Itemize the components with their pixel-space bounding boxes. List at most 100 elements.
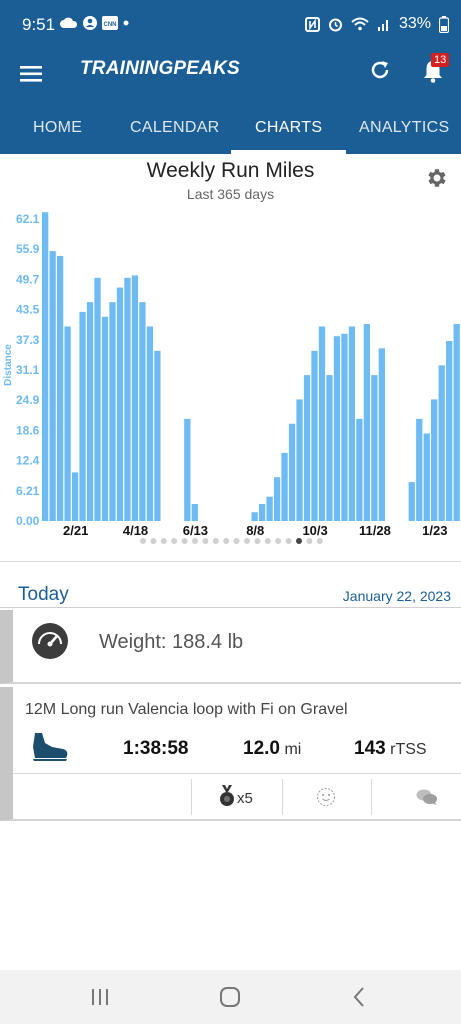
page-dot[interactable]: [150, 538, 157, 544]
chart-bar: [288, 423, 296, 521]
home-icon[interactable]: [218, 985, 242, 1009]
weight-card[interactable]: Weight: 188.4 lb: [0, 610, 461, 684]
page-dot[interactable]: [202, 538, 209, 544]
scale-icon: [32, 623, 68, 659]
chart-bar: [191, 503, 198, 521]
back-icon[interactable]: [348, 985, 372, 1009]
y-tick-label: 62.1: [16, 212, 40, 226]
chart-bar: [266, 496, 273, 521]
y-tick-label: 12.4: [16, 454, 40, 468]
action-separator: [191, 779, 192, 815]
chart-bar: [258, 503, 266, 521]
status-left-icons: CNN: [60, 16, 129, 30]
chart-bar: [356, 418, 363, 521]
page-dot[interactable]: [275, 538, 282, 544]
chart-bar: [326, 375, 333, 521]
y-tick-label: 18.6: [16, 423, 40, 437]
status-time: 9:51: [22, 15, 56, 34]
workout-divider: [13, 773, 461, 774]
account-icon: [83, 16, 97, 30]
tab-bar: HOME CALENDAR CHARTS ANALYTICS: [0, 103, 461, 154]
chart-bar: [453, 324, 460, 521]
chart-bar: [408, 482, 415, 521]
chart-bar: [79, 311, 86, 521]
page-dot[interactable]: [181, 538, 188, 544]
chart-bar: [116, 287, 124, 521]
page-dot[interactable]: [296, 538, 302, 544]
section-divider: [0, 607, 461, 608]
chart-bar: [184, 418, 191, 521]
chart-bar: [378, 348, 385, 521]
svg-text:CNN: CNN: [104, 22, 117, 28]
chart-bar: [251, 512, 258, 521]
nfc-icon: [304, 16, 320, 32]
distance-value: 12.0: [243, 738, 280, 759]
weekly-miles-chart: 0.00 6.21 12.4 18.6 24.9 31.1 37.3 43.5 49.7 55.9…: [3, 212, 460, 544]
tab-calendar[interactable]: CALENDAR: [130, 119, 220, 137]
chart-bar: [139, 302, 146, 521]
chart-bar: [101, 316, 109, 521]
chart-bar: [94, 277, 101, 521]
y-tick-label: 43.5: [16, 303, 40, 317]
chart-bar: [431, 399, 438, 521]
tss-unit: rTSS: [390, 741, 427, 758]
x-tick-label: 1/23: [422, 523, 447, 538]
chart-bar: [438, 365, 445, 521]
chart-bar: [109, 302, 116, 521]
medal-count: x5: [237, 790, 253, 807]
page-dot[interactable]: [316, 538, 323, 544]
chart-bar: [64, 326, 71, 521]
comment-icon[interactable]: [416, 788, 438, 806]
page-dot[interactable]: [306, 538, 313, 544]
chart-bar: [341, 333, 348, 521]
smiley-icon[interactable]: [316, 787, 336, 807]
status-right: 33%: [304, 15, 449, 33]
y-tick-label: 49.7: [16, 272, 40, 286]
app-header: TRAININGPEAKS: [0, 50, 461, 103]
page-dot[interactable]: [285, 538, 292, 544]
y-tick-label: 55.9: [16, 242, 40, 256]
distance-unit: mi: [284, 741, 302, 758]
page-dot[interactable]: [223, 538, 230, 544]
notification-badge: 13: [431, 53, 450, 67]
y-axis-label: Distance: [3, 344, 14, 386]
chart-bar: [311, 350, 318, 521]
tab-analytics[interactable]: ANALYTICS: [359, 119, 449, 137]
medal-icon[interactable]: [219, 785, 235, 807]
signal-icon: [377, 20, 388, 31]
tab-home[interactable]: HOME: [33, 119, 82, 137]
alarm-icon: [328, 18, 342, 31]
y-tick-label: 31.1: [16, 363, 40, 377]
hamburger-menu-icon[interactable]: [20, 60, 44, 88]
page-dot[interactable]: [171, 538, 178, 544]
page-dot[interactable]: [244, 538, 250, 544]
today-date: January 22, 2023: [342, 588, 451, 604]
refresh-icon[interactable]: [368, 58, 392, 82]
page-dot[interactable]: [254, 538, 261, 544]
x-tick-label: 8/8: [246, 523, 264, 538]
workout-card[interactable]: 12M Long run Valencia loop with Fi on Gr…: [0, 687, 461, 821]
chart-bar: [348, 326, 356, 521]
y-tick-label: 0.00: [16, 514, 40, 528]
action-separator: [282, 779, 283, 815]
page-dot[interactable]: [233, 538, 240, 544]
chart-bar: [303, 375, 311, 521]
page-dot[interactable]: [264, 538, 271, 544]
chart-bar: [56, 255, 64, 521]
recent-apps-icon[interactable]: [88, 985, 112, 1009]
page-dot[interactable]: [192, 538, 198, 544]
chart-bar: [371, 375, 378, 521]
page-dot[interactable]: [160, 538, 167, 544]
chart-card[interactable]: Weekly Run Miles Last 365 days 0.00 6.21 1…: [0, 154, 461, 562]
battery-icon: [439, 15, 449, 33]
x-tick-label: 4/18: [123, 523, 148, 538]
chart-bar: [281, 452, 288, 521]
chart-bar: [273, 477, 281, 521]
cnn-icon: CNN: [102, 16, 118, 30]
tab-charts[interactable]: CHARTS: [255, 119, 322, 137]
page-dot[interactable]: [140, 538, 146, 544]
brand-logo: TRAININGPEAKS: [80, 58, 240, 79]
y-tick-label: 24.9: [16, 393, 40, 407]
y-tick-label: 6.21: [16, 484, 40, 498]
page-dot[interactable]: [212, 538, 219, 544]
